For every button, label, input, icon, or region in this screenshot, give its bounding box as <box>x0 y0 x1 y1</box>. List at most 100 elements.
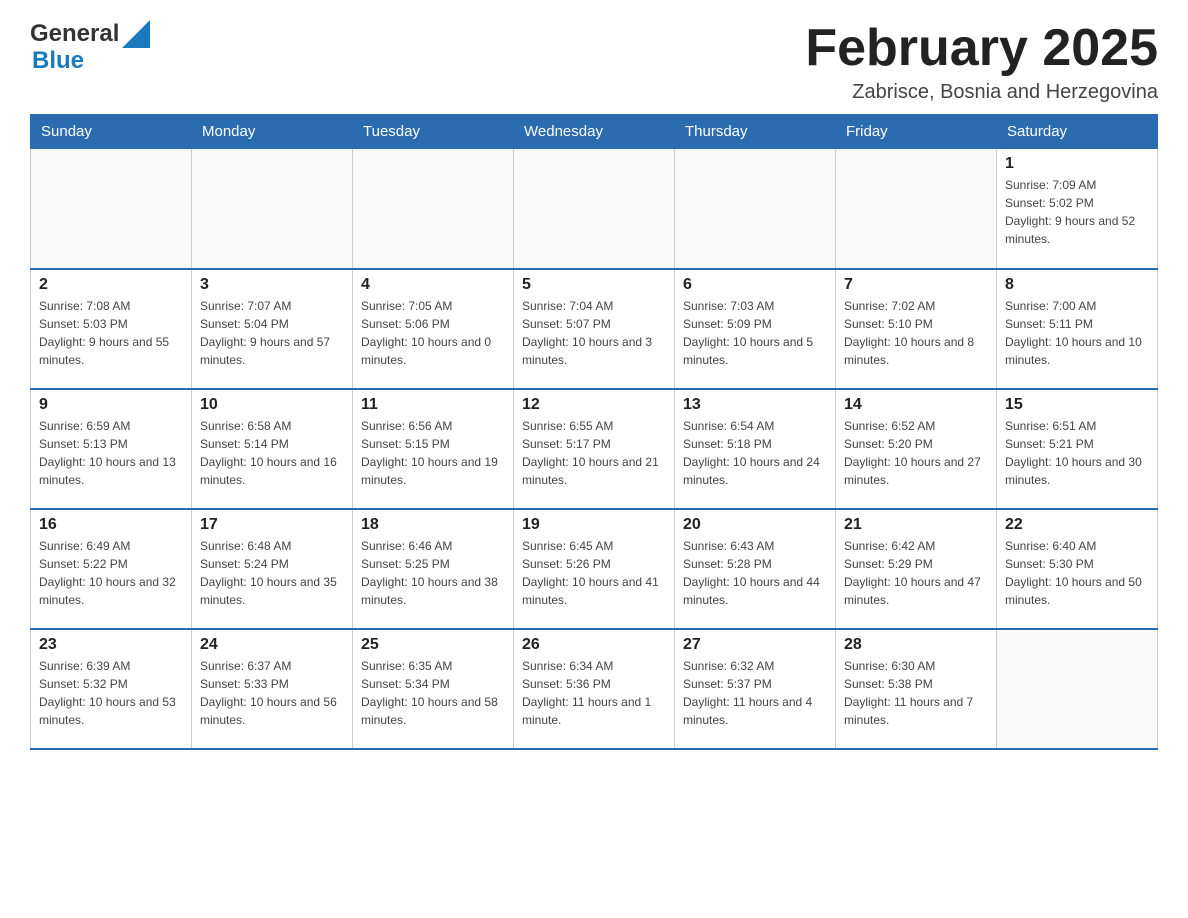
day-number: 10 <box>200 396 344 414</box>
calendar-week-row: 2 Sunrise: 7:08 AM Sunset: 5:03 PM Daylig… <box>31 269 1158 389</box>
calendar-cell: 20 Sunrise: 6:43 AM Sunset: 5:28 PM Dayli… <box>675 509 836 629</box>
day-info: Sunrise: 6:54 AM Sunset: 5:18 PM Dayligh… <box>683 417 827 489</box>
day-info: Sunrise: 6:39 AM Sunset: 5:32 PM Dayligh… <box>39 657 183 729</box>
calendar-cell: 27 Sunrise: 6:32 AM Sunset: 5:37 PM Dayli… <box>675 629 836 749</box>
calendar-cell: 9 Sunrise: 6:59 AM Sunset: 5:13 PM Daylig… <box>31 389 192 509</box>
calendar-cell: 25 Sunrise: 6:35 AM Sunset: 5:34 PM Dayli… <box>353 629 514 749</box>
day-number: 15 <box>1005 396 1149 414</box>
calendar-cell: 19 Sunrise: 6:45 AM Sunset: 5:26 PM Dayli… <box>514 509 675 629</box>
day-number: 12 <box>522 396 666 414</box>
day-info: Sunrise: 7:09 AM Sunset: 5:02 PM Dayligh… <box>1005 176 1149 248</box>
day-info: Sunrise: 7:04 AM Sunset: 5:07 PM Dayligh… <box>522 297 666 369</box>
day-info: Sunrise: 6:37 AM Sunset: 5:33 PM Dayligh… <box>200 657 344 729</box>
day-number: 26 <box>522 636 666 654</box>
calendar-cell: 14 Sunrise: 6:52 AM Sunset: 5:20 PM Dayli… <box>836 389 997 509</box>
calendar-cell <box>514 149 675 269</box>
calendar-table: SundayMondayTuesdayWednesdayThursdayFrid… <box>30 114 1158 750</box>
calendar-cell: 26 Sunrise: 6:34 AM Sunset: 5:36 PM Dayli… <box>514 629 675 749</box>
calendar-week-row: 23 Sunrise: 6:39 AM Sunset: 5:32 PM Dayli… <box>31 629 1158 749</box>
day-number: 27 <box>683 636 827 654</box>
day-info: Sunrise: 6:59 AM Sunset: 5:13 PM Dayligh… <box>39 417 183 489</box>
day-number: 6 <box>683 276 827 294</box>
day-number: 2 <box>39 276 183 294</box>
day-number: 5 <box>522 276 666 294</box>
calendar-cell <box>353 149 514 269</box>
day-info: Sunrise: 6:49 AM Sunset: 5:22 PM Dayligh… <box>39 537 183 609</box>
day-info: Sunrise: 7:05 AM Sunset: 5:06 PM Dayligh… <box>361 297 505 369</box>
calendar-cell: 7Sunrise: 7:02 AM Sunset: 5:10 PM Daylig… <box>836 269 997 389</box>
calendar-cell: 4 Sunrise: 7:05 AM Sunset: 5:06 PM Daylig… <box>353 269 514 389</box>
day-number: 3 <box>200 276 344 294</box>
day-number: 14 <box>844 396 988 414</box>
day-number: 19 <box>522 516 666 534</box>
calendar-cell: 2 Sunrise: 7:08 AM Sunset: 5:03 PM Daylig… <box>31 269 192 389</box>
day-info: Sunrise: 6:32 AM Sunset: 5:37 PM Dayligh… <box>683 657 827 729</box>
calendar-cell: 18 Sunrise: 6:46 AM Sunset: 5:25 PM Dayli… <box>353 509 514 629</box>
day-of-week-header: Wednesday <box>514 115 675 149</box>
day-info: Sunrise: 6:46 AM Sunset: 5:25 PM Dayligh… <box>361 537 505 609</box>
calendar-cell <box>31 149 192 269</box>
day-number: 17 <box>200 516 344 534</box>
calendar-header-row: SundayMondayTuesdayWednesdayThursdayFrid… <box>31 115 1158 149</box>
day-info: Sunrise: 6:43 AM Sunset: 5:28 PM Dayligh… <box>683 537 827 609</box>
calendar-cell: 5 Sunrise: 7:04 AM Sunset: 5:07 PM Daylig… <box>514 269 675 389</box>
day-info: Sunrise: 7:08 AM Sunset: 5:03 PM Dayligh… <box>39 297 183 369</box>
day-number: 23 <box>39 636 183 654</box>
month-title: February 2025 <box>805 20 1158 77</box>
calendar-cell: 23 Sunrise: 6:39 AM Sunset: 5:32 PM Dayli… <box>31 629 192 749</box>
day-number: 18 <box>361 516 505 534</box>
day-info: Sunrise: 6:55 AM Sunset: 5:17 PM Dayligh… <box>522 417 666 489</box>
calendar-cell: 24 Sunrise: 6:37 AM Sunset: 5:33 PM Dayli… <box>192 629 353 749</box>
calendar-cell: 28Sunrise: 6:30 AM Sunset: 5:38 PM Dayli… <box>836 629 997 749</box>
calendar-cell <box>192 149 353 269</box>
calendar-cell <box>997 629 1158 749</box>
calendar-cell: 17 Sunrise: 6:48 AM Sunset: 5:24 PM Dayli… <box>192 509 353 629</box>
day-info: Sunrise: 6:58 AM Sunset: 5:14 PM Dayligh… <box>200 417 344 489</box>
day-info: Sunrise: 6:48 AM Sunset: 5:24 PM Dayligh… <box>200 537 344 609</box>
day-number: 21 <box>844 516 988 534</box>
calendar-cell: 21 Sunrise: 6:42 AM Sunset: 5:29 PM Dayli… <box>836 509 997 629</box>
day-info: Sunrise: 6:34 AM Sunset: 5:36 PM Dayligh… <box>522 657 666 729</box>
day-info: Sunrise: 6:42 AM Sunset: 5:29 PM Dayligh… <box>844 537 988 609</box>
day-number: 7 <box>844 276 988 294</box>
day-info: Sunrise: 7:07 AM Sunset: 5:04 PM Dayligh… <box>200 297 344 369</box>
calendar-week-row: 1 Sunrise: 7:09 AM Sunset: 5:02 PM Daylig… <box>31 149 1158 269</box>
logo-triangle-icon <box>122 20 150 48</box>
calendar-cell <box>675 149 836 269</box>
day-of-week-header: Saturday <box>997 115 1158 149</box>
day-of-week-header: Friday <box>836 115 997 149</box>
day-number: 20 <box>683 516 827 534</box>
day-number: 22 <box>1005 516 1149 534</box>
calendar-week-row: 16 Sunrise: 6:49 AM Sunset: 5:22 PM Dayli… <box>31 509 1158 629</box>
day-info: Sunrise: 7:00 AM Sunset: 5:11 PM Dayligh… <box>1005 297 1149 369</box>
day-number: 1 <box>1005 155 1149 173</box>
day-of-week-header: Thursday <box>675 115 836 149</box>
calendar-cell: 12 Sunrise: 6:55 AM Sunset: 5:17 PM Dayli… <box>514 389 675 509</box>
day-number: 25 <box>361 636 505 654</box>
calendar-cell <box>836 149 997 269</box>
day-info: Sunrise: 6:35 AM Sunset: 5:34 PM Dayligh… <box>361 657 505 729</box>
logo-graphic: General Blue <box>30 20 150 74</box>
calendar-week-row: 9 Sunrise: 6:59 AM Sunset: 5:13 PM Daylig… <box>31 389 1158 509</box>
day-number: 4 <box>361 276 505 294</box>
logo: General Blue <box>30 20 150 74</box>
day-info: Sunrise: 6:52 AM Sunset: 5:20 PM Dayligh… <box>844 417 988 489</box>
calendar-cell: 10 Sunrise: 6:58 AM Sunset: 5:14 PM Dayli… <box>192 389 353 509</box>
calendar-cell: 13 Sunrise: 6:54 AM Sunset: 5:18 PM Dayli… <box>675 389 836 509</box>
calendar-cell: 6 Sunrise: 7:03 AM Sunset: 5:09 PM Daylig… <box>675 269 836 389</box>
day-of-week-header: Monday <box>192 115 353 149</box>
day-number: 11 <box>361 396 505 414</box>
day-number: 24 <box>200 636 344 654</box>
day-number: 9 <box>39 396 183 414</box>
calendar-cell: 16 Sunrise: 6:49 AM Sunset: 5:22 PM Dayli… <box>31 509 192 629</box>
day-number: 16 <box>39 516 183 534</box>
day-info: Sunrise: 6:45 AM Sunset: 5:26 PM Dayligh… <box>522 537 666 609</box>
day-number: 13 <box>683 396 827 414</box>
day-info: Sunrise: 7:03 AM Sunset: 5:09 PM Dayligh… <box>683 297 827 369</box>
page-header: General Blue February 2025 Zabrisce, Bos… <box>30 20 1158 104</box>
day-number: 28 <box>844 636 988 654</box>
calendar-cell: 1 Sunrise: 7:09 AM Sunset: 5:02 PM Daylig… <box>997 149 1158 269</box>
calendar-cell: 15Sunrise: 6:51 AM Sunset: 5:21 PM Dayli… <box>997 389 1158 509</box>
location-subtitle: Zabrisce, Bosnia and Herzegovina <box>805 81 1158 104</box>
day-number: 8 <box>1005 276 1149 294</box>
